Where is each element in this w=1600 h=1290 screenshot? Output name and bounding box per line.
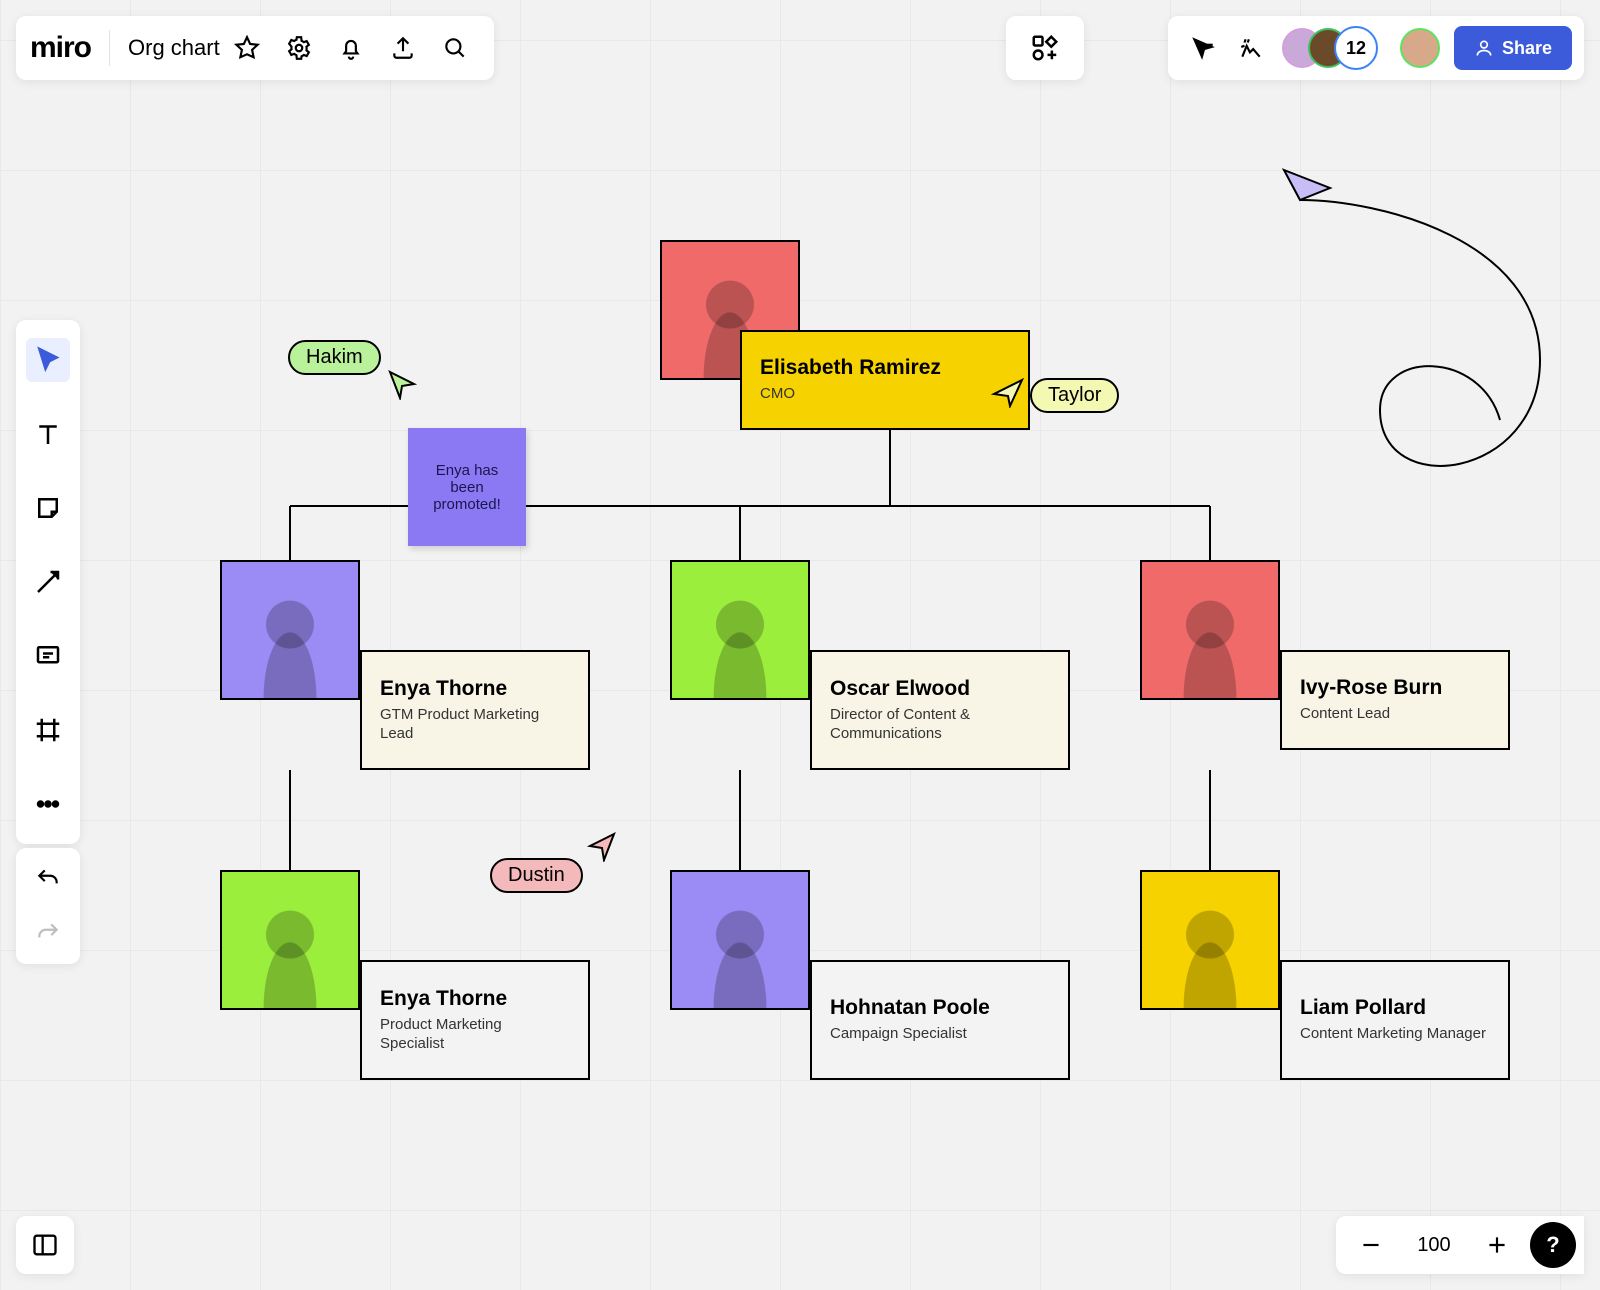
person-name: Oscar Elwood [830, 677, 1050, 701]
person-title: Campaign Specialist [830, 1024, 1050, 1044]
person-photo-dir[interactable] [670, 560, 810, 700]
person-title: GTM Product Marketing Lead [380, 705, 570, 744]
person-card-dir[interactable]: Oscar Elwood Director of Content & Commu… [810, 650, 1070, 770]
person-photo-lead[interactable] [1140, 560, 1280, 700]
person-card-camp[interactable]: Hohnatan Poole Campaign Specialist [810, 960, 1070, 1080]
person-card-pms[interactable]: Enya Thorne Product Marketing Specialist [360, 960, 590, 1080]
person-name: Ivy-Rose Burn [1300, 676, 1490, 700]
cursor-name: Taylor [1048, 384, 1101, 407]
person-name: Liam Pollard [1300, 996, 1490, 1020]
sticky-note-text: Enya has been promoted! [418, 462, 516, 513]
cursor-arrow-icon [990, 378, 1024, 408]
person-card-lead[interactable]: Ivy-Rose Burn Content Lead [1280, 650, 1510, 750]
person-name: Hohnatan Poole [830, 996, 1050, 1020]
sticky-note[interactable]: Enya has been promoted! [408, 428, 526, 546]
cursor-arrow-icon [388, 370, 418, 400]
cursor-label-dustin: Dustin [490, 858, 583, 893]
cursor-name: Dustin [508, 864, 565, 887]
person-photo-gtm[interactable] [220, 560, 360, 700]
person-title: Product Marketing Specialist [380, 1015, 570, 1054]
person-title: Content Marketing Manager [1300, 1024, 1490, 1044]
person-card-cmo[interactable]: Elisabeth Ramirez CMO [740, 330, 1030, 430]
person-title: CMO [760, 384, 1010, 404]
cursor-label-hakim: Hakim [288, 340, 381, 375]
person-title: Director of Content & Communications [830, 705, 1050, 744]
person-name: Elisabeth Ramirez [760, 356, 1010, 380]
person-name: Enya Thorne [380, 987, 570, 1011]
person-photo-pms[interactable] [220, 870, 360, 1010]
cursor-label-taylor: Taylor [1030, 378, 1119, 413]
cursor-name: Hakim [306, 346, 363, 369]
person-name: Enya Thorne [380, 677, 570, 701]
person-title: Content Lead [1300, 704, 1490, 724]
person-card-gtm[interactable]: Enya Thorne GTM Product Marketing Lead [360, 650, 590, 770]
cursor-arrow-icon [586, 832, 616, 862]
person-card-cmm[interactable]: Liam Pollard Content Marketing Manager [1280, 960, 1510, 1080]
person-photo-camp[interactable] [670, 870, 810, 1010]
org-chart-canvas[interactable]: Elisabeth Ramirez CMO Enya Thorne GTM Pr… [0, 0, 1600, 1290]
person-photo-cmm[interactable] [1140, 870, 1280, 1010]
freehand-arrow[interactable] [1240, 160, 1600, 540]
